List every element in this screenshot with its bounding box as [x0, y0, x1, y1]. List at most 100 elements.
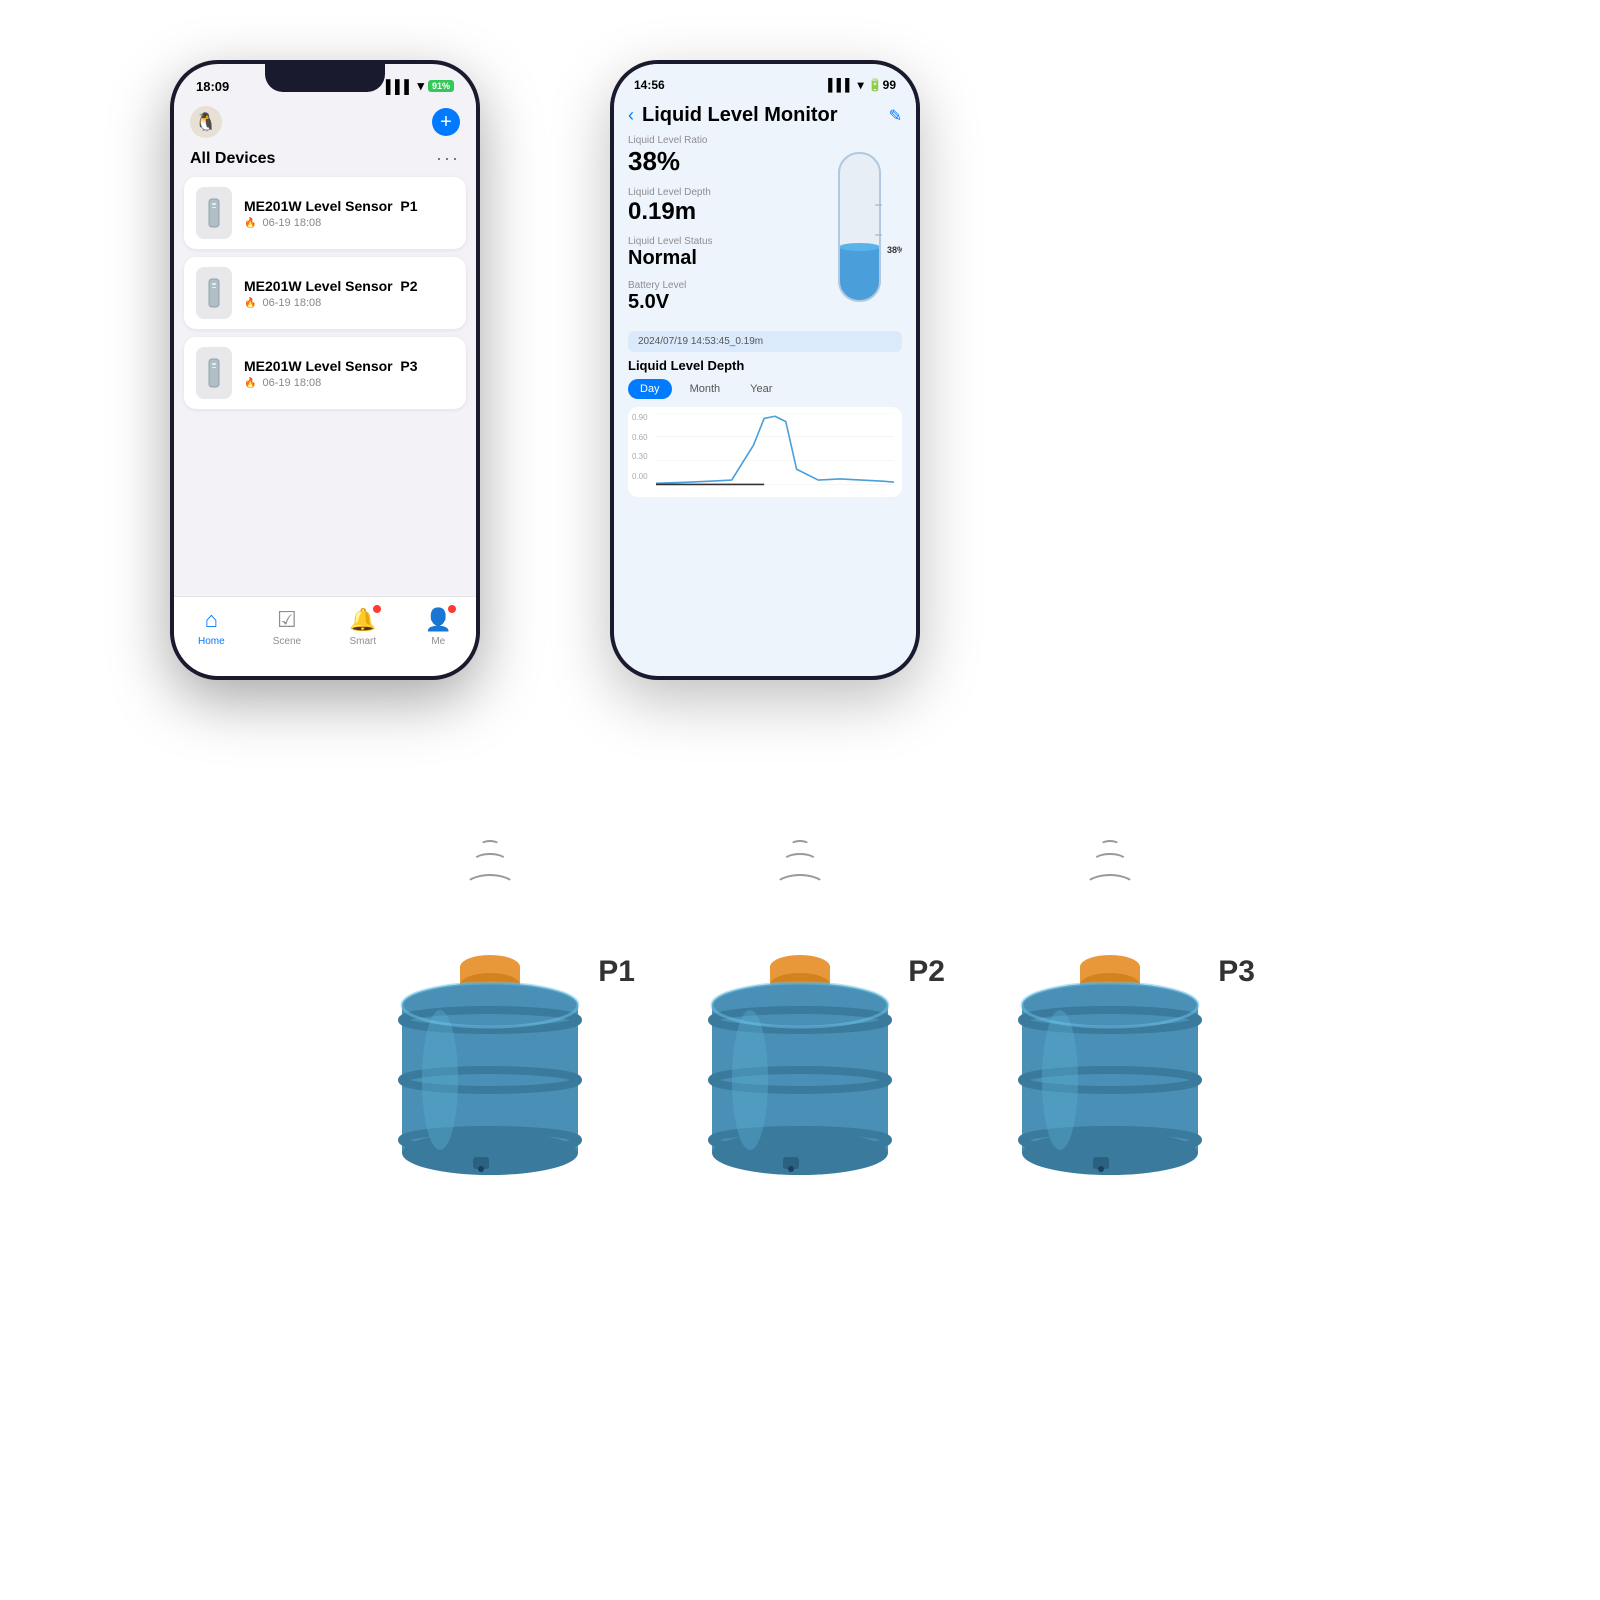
tab-year[interactable]: Year	[738, 379, 784, 399]
all-devices-title: All Devices	[190, 150, 275, 168]
chart-tabs: Day Month Year	[628, 379, 902, 399]
status-bar-right: 14:56 ▌▌▌ ▾ 🔋99	[614, 64, 916, 98]
tank-label-p2: P2	[908, 955, 945, 989]
smart-icon: 🔔	[349, 607, 376, 633]
wave-small-p1	[480, 840, 500, 850]
signal-icon: ▌▌▌	[386, 79, 414, 94]
y-label-0: 0.00	[632, 472, 648, 481]
back-button[interactable]: ‹	[628, 105, 634, 126]
nav-scene-label: Scene	[273, 636, 301, 647]
device-info-p3: ME201W Level Sensor P3 🔥 06-19 18:08	[244, 358, 418, 389]
signal-waves-p1	[464, 840, 516, 900]
stat-battery: Battery Level 5.0V	[628, 280, 812, 314]
device-time-p2: 🔥 06-19 18:08	[244, 297, 418, 309]
tank-p2: P2	[695, 840, 905, 1180]
stat-status-label: Liquid Level Status	[628, 236, 812, 247]
wave-medium-p3	[1092, 853, 1128, 871]
nav-home[interactable]: ⌂ Home	[198, 607, 225, 647]
device-icon-p1	[196, 187, 232, 239]
status-icons-right: ▌▌▌ ▾ 🔋99	[828, 78, 896, 92]
signal-waves-p2	[774, 840, 826, 900]
tank-label-p3: P3	[1218, 955, 1255, 989]
home-icon: ⌂	[205, 607, 218, 633]
device-list: ME201W Level Sensor P1 🔥 06-19 18:08	[174, 177, 476, 409]
left-phone: 18:09 ▌▌▌ ▾ 91% 🐧 + All Devices ···	[170, 60, 480, 680]
tank-label-p1: P1	[598, 955, 635, 989]
time-right: 14:56	[634, 78, 665, 92]
wave-large-p2	[774, 874, 826, 900]
tanks-section: P1	[0, 800, 1600, 1180]
device-info-p1: ME201W Level Sensor P1 🔥 06-19 18:08	[244, 198, 418, 229]
timestamp-bar: 2024/07/19 14:53:45_0.19m	[628, 331, 902, 352]
monitor-header: ‹ Liquid Level Monitor ✎	[614, 98, 916, 135]
avatar[interactable]: 🐧	[190, 106, 222, 138]
status-icons-left: ▌▌▌ ▾ 91%	[386, 78, 454, 94]
y-label-1: 0.30	[632, 452, 648, 461]
wave-large-p1	[464, 874, 516, 900]
device-time-p1: 🔥 06-19 18:08	[244, 217, 418, 229]
stat-ratio-value: 38%	[628, 146, 812, 177]
y-label-3: 0.90	[632, 413, 648, 422]
nav-me-label: Me	[431, 636, 445, 647]
phone-header-left: 🐧 +	[174, 100, 476, 148]
chart-svg	[656, 413, 894, 487]
scene-icon: ☑	[277, 607, 297, 633]
tank-p1: P1	[385, 840, 595, 1180]
wifi-icon-right: ▾	[858, 78, 864, 92]
stat-ratio: Liquid Level Ratio 38%	[628, 135, 812, 177]
drum-svg-p2	[695, 905, 905, 1175]
battery-left: 91%	[428, 80, 454, 92]
wave-medium-p1	[472, 853, 508, 871]
wave-large-p3	[1084, 874, 1136, 900]
wave-small-p3	[1100, 840, 1120, 850]
wifi-icon: ▾	[417, 78, 424, 94]
device-item-p3[interactable]: ME201W Level Sensor P3 🔥 06-19 18:08	[184, 337, 466, 409]
device-icon-p2	[196, 267, 232, 319]
me-icon: 👤	[425, 607, 452, 633]
tank-p3: P3	[1005, 840, 1215, 1180]
device-icon-p3	[196, 347, 232, 399]
device-item-p1[interactable]: ME201W Level Sensor P1 🔥 06-19 18:08	[184, 177, 466, 249]
tab-day[interactable]: Day	[628, 379, 672, 399]
stat-status: Liquid Level Status Normal	[628, 236, 812, 270]
stat-ratio-label: Liquid Level Ratio	[628, 135, 812, 146]
battery-right: 🔋99	[868, 78, 896, 92]
device-time-p3: 🔥 06-19 18:08	[244, 377, 418, 389]
time-left: 18:09	[196, 79, 229, 94]
nav-smart-label: Smart	[349, 636, 376, 647]
drum-svg-p1	[385, 905, 595, 1175]
nav-scene[interactable]: ☑ Scene	[273, 607, 301, 647]
all-devices-bar: All Devices ···	[174, 148, 476, 177]
phone-notch	[265, 64, 385, 92]
drum-svg-p3	[1005, 905, 1215, 1175]
tab-month[interactable]: Month	[678, 379, 733, 399]
device-name-p2: ME201W Level Sensor P2	[244, 278, 418, 294]
wave-medium-p2	[782, 853, 818, 871]
stat-status-value: Normal	[628, 247, 812, 270]
add-device-button[interactable]: +	[432, 108, 460, 136]
right-phone: 14:56 ▌▌▌ ▾ 🔋99 ‹ Liquid Level Monitor ✎…	[610, 60, 920, 680]
more-menu-button[interactable]: ···	[436, 148, 460, 169]
edit-button[interactable]: ✎	[889, 106, 902, 126]
device-name-p1: ME201W Level Sensor P1	[244, 198, 418, 214]
bottom-nav-left: ⌂ Home ☑ Scene 🔔 Smart 👤 Me	[174, 596, 476, 676]
chart-area: 0.90 0.60 0.30 0.00	[628, 407, 902, 497]
device-info-p2: ME201W Level Sensor P2 🔥 06-19 18:08	[244, 278, 418, 309]
tank-visual: 38%	[817, 135, 902, 325]
wave-small-p2	[790, 840, 810, 850]
signal-icon-right: ▌▌▌	[828, 78, 854, 92]
stat-battery-value: 5.0V	[628, 291, 812, 314]
nav-home-label: Home	[198, 636, 225, 647]
timestamp-text: 2024/07/19 14:53:45_0.19m	[638, 336, 763, 347]
chart-section: Liquid Level Depth Day Month Year 0.90 0…	[614, 358, 916, 497]
svg-text:38%: 38%	[887, 245, 902, 255]
chart-title: Liquid Level Depth	[628, 358, 902, 373]
device-name-p3: ME201W Level Sensor P3	[244, 358, 418, 374]
y-label-2: 0.60	[632, 433, 648, 442]
nav-smart[interactable]: 🔔 Smart	[349, 607, 376, 647]
stat-depth-label: Liquid Level Depth	[628, 187, 812, 198]
device-item-p2[interactable]: ME201W Level Sensor P2 🔥 06-19 18:08	[184, 257, 466, 329]
nav-me[interactable]: 👤 Me	[425, 607, 452, 647]
chart-y-labels: 0.90 0.60 0.30 0.00	[632, 413, 648, 481]
monitor-title: Liquid Level Monitor	[642, 104, 881, 127]
